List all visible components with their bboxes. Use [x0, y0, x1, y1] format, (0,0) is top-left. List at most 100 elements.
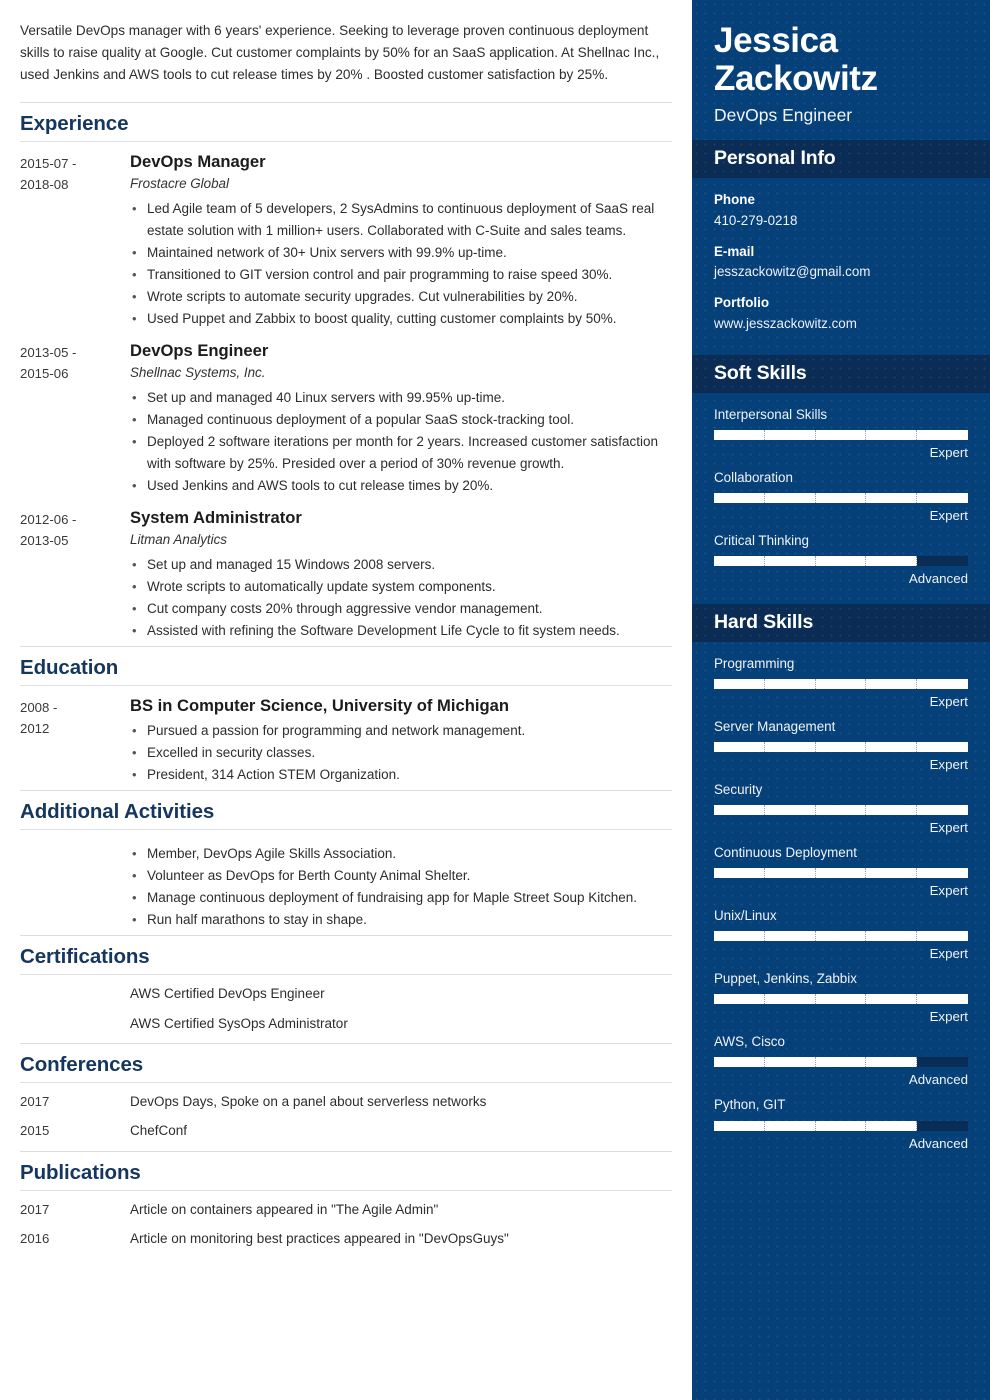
skill-name: Collaboration: [714, 469, 793, 485]
skill-level-label: Expert: [929, 757, 968, 773]
row-date: 2017: [20, 1093, 50, 1109]
skill-bar-track: [714, 1057, 968, 1068]
skill-level-label: Expert: [929, 508, 968, 524]
row-date: 2015: [20, 1123, 50, 1139]
entry-role: System Administrator: [130, 508, 302, 528]
skill-level-label: Expert: [929, 946, 968, 962]
row-text: ChefConf: [130, 1123, 188, 1139]
skill-bar-ticks: [714, 1120, 968, 1131]
personal-info-item: Phone 410-279-0218: [714, 190, 968, 231]
row-date: [20, 984, 130, 1004]
info-label: Portfolio: [714, 295, 770, 311]
skill-bar-ticks: [714, 679, 968, 690]
sidebar-band-soft-skills: Soft Skills: [692, 354, 990, 393]
entry-organization: Litman Analytics: [130, 532, 227, 548]
skill-bar-ticks: [714, 1057, 968, 1068]
skill-item: AWS, Cisco Advanced: [714, 1032, 968, 1090]
section-underline: [20, 1081, 672, 1083]
entry-organization: Shellnac Systems, Inc.: [130, 365, 266, 381]
entry-bullet: Volunteer as DevOps for Berth County Ani…: [130, 865, 672, 887]
skill-bar-ticks: [714, 493, 968, 504]
info-value[interactable]: 410-279-0218: [714, 211, 968, 231]
sidebar-band-personal-info: Personal Info: [692, 140, 990, 179]
skill-level-label: Expert: [929, 883, 968, 899]
section-additional-activities: Additional Activities Member, DevOps Agi…: [20, 790, 672, 931]
info-value[interactable]: jesszackowitz@gmail.com: [714, 262, 968, 282]
skill-level-label: Advanced: [908, 1072, 968, 1088]
entry-bullet: Cut company costs 20% through aggressive…: [130, 598, 672, 620]
skill-level-label: Expert: [929, 445, 968, 461]
section-underline: [20, 1189, 672, 1191]
sidebar-heading-soft-skills: Soft Skills: [714, 361, 807, 384]
publications-rows: 2017 Article on containers appeared in "T…: [20, 1200, 672, 1250]
entry-dates: [20, 839, 130, 931]
skill-level-label: Expert: [929, 1009, 968, 1025]
skill-name: Unix/Linux: [714, 908, 777, 924]
skill-bar-track: [714, 805, 968, 816]
entry-bullet: Run half marathons to stay in shape.: [130, 909, 672, 931]
skill-name: Python, GIT: [714, 1097, 786, 1113]
hard-skills-list: Programming Expert Server Management Expert…: [692, 642, 990, 1168]
skill-bar-ticks: [714, 994, 968, 1005]
entry-body: BS in Computer Science, University of Mi…: [130, 695, 672, 786]
row-date: 2017: [20, 1201, 50, 1217]
skill-item: Unix/Linux Expert: [714, 906, 968, 964]
entry-bullet-list: Led Agile team of 5 developers, 2 SysAdm…: [130, 198, 672, 330]
skill-bar-track: [714, 679, 968, 690]
row-text: DevOps Days, Spoke on a panel about serv…: [130, 1093, 487, 1109]
resume-entry: 2008 -2012 BS in Computer Science, Univer…: [20, 695, 672, 786]
entry-role: BS in Computer Science, University of Mi…: [130, 696, 509, 716]
entry-bullet: Member, DevOps Agile Skills Association.: [130, 843, 672, 865]
entry-bullet-list: Member, DevOps Agile Skills Association.…: [130, 843, 672, 931]
conferences-rows: 2017 DevOps Days, Spoke on a panel about …: [20, 1092, 672, 1142]
skill-level-label: Advanced: [908, 571, 968, 587]
skill-bar-ticks: [714, 742, 968, 753]
soft-skills-list: Interpersonal Skills Expert Collaboration E…: [692, 393, 990, 604]
list-item: AWS Certified DevOps Engineer: [20, 984, 672, 1004]
info-label: Phone: [714, 192, 755, 208]
experience-entries: 2015-07 -2018-08 DevOps Manager Frostacre …: [20, 151, 672, 642]
personal-info-item: E-mail jesszackowitz@gmail.com: [714, 242, 968, 283]
skill-item: Security Expert: [714, 780, 968, 838]
entry-bullet: Used Jenkins and AWS tools to cut releas…: [130, 475, 672, 497]
skill-bar-track: [714, 556, 968, 567]
entry-bullet: President, 314 Action STEM Organization.: [130, 764, 672, 786]
sidebar-band-hard-skills: Hard Skills: [692, 604, 990, 643]
skill-bar-track: [714, 868, 968, 879]
education-entries: 2008 -2012 BS in Computer Science, Univer…: [20, 695, 672, 786]
skill-level-label: Expert: [929, 694, 968, 710]
entry-bullet-list: Set up and managed 40 Linux servers with…: [130, 387, 672, 497]
row-text: Article on monitoring best practices app…: [130, 1231, 509, 1247]
resume-entry: 2015-07 -2018-08 DevOps Manager Frostacre …: [20, 151, 672, 330]
skill-item: Collaboration Expert: [714, 468, 968, 526]
skill-bar-ticks: [714, 931, 968, 942]
section-top-rule: [20, 646, 672, 648]
skill-name: Puppet, Jenkins, Zabbix: [714, 971, 857, 987]
entry-bullet: Led Agile team of 5 developers, 2 SysAdm…: [130, 198, 672, 242]
skill-bar-track: [714, 1120, 968, 1131]
info-value[interactable]: www.jesszackowitz.com: [714, 314, 968, 334]
skill-bar-track: [714, 994, 968, 1005]
entry-body: System Administrator Litman Analytics Set …: [130, 507, 672, 642]
entry-bullet: Managed continuous deployment of a popul…: [130, 409, 672, 431]
skill-bar-ticks: [714, 556, 968, 567]
skill-name: Server Management: [714, 719, 836, 735]
sidebar-header: Jessica Zackowitz DevOps Engineer: [692, 0, 990, 140]
section-underline: [20, 141, 672, 143]
skill-name: Continuous Deployment: [714, 845, 857, 861]
entry-body: Member, DevOps Agile Skills Association.…: [130, 839, 672, 931]
resume-entry: Member, DevOps Agile Skills Association.…: [20, 839, 672, 931]
sidebar-heading-personal-info: Personal Info: [714, 147, 836, 170]
skill-bar-ticks: [714, 868, 968, 879]
personal-info-item: Portfolio www.jesszackowitz.com: [714, 293, 968, 334]
certifications-rows: AWS Certified DevOps Engineer AWS Certifi…: [20, 984, 672, 1034]
sidebar-heading-hard-skills: Hard Skills: [714, 611, 814, 634]
section-title-education: Education: [20, 656, 119, 680]
row-text: AWS Certified SysOps Administrator: [130, 1015, 348, 1031]
skill-level-label: Advanced: [908, 1135, 968, 1151]
entry-bullet-list: Set up and managed 15 Windows 2008 serve…: [130, 554, 672, 642]
section-top-rule: [20, 102, 672, 104]
skill-name: Interpersonal Skills: [714, 406, 828, 422]
section-certifications: Certifications AWS Certified DevOps Engi…: [20, 935, 672, 1034]
skill-item: Programming Expert: [714, 654, 968, 712]
